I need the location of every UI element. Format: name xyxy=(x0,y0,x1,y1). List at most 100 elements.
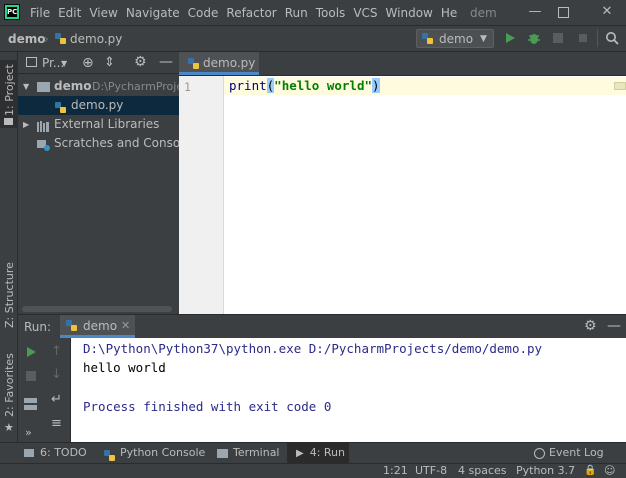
run-config-label: demo xyxy=(439,32,474,46)
menu-edit[interactable]: Edit xyxy=(58,5,81,21)
minimize-icon[interactable]: — xyxy=(522,3,548,21)
project-panel-header: Pr... ▼ ⊕ ⇕ ⚙ — xyxy=(18,52,179,74)
run-tab-demo[interactable]: demo ✕ xyxy=(60,315,135,338)
status-bar: 1:21 UTF-8 4 spaces Python 3.7 🔒 ☺ xyxy=(0,463,626,478)
logo-text: PC xyxy=(7,7,18,17)
terminal-tab[interactable]: Terminal xyxy=(217,443,280,463)
todo-label: 6: TODO xyxy=(40,446,87,459)
run-icon[interactable] xyxy=(503,31,519,47)
inspection-marker xyxy=(614,82,626,90)
run-tab-icon: ▶ xyxy=(296,448,304,459)
star-icon: ★ xyxy=(4,421,14,434)
indent-setting[interactable]: 4 spaces xyxy=(458,464,507,478)
line-number: 1 xyxy=(184,80,191,94)
code-string: "hello world" xyxy=(274,78,373,93)
code-paren-close: ) xyxy=(372,78,380,93)
python-run-icon xyxy=(66,320,77,331)
run-tool-tab[interactable]: ▶ 4: Run xyxy=(287,443,349,463)
project-tab-label: 1: Project xyxy=(3,64,16,116)
file-encoding[interactable]: UTF-8 xyxy=(415,464,447,478)
up-arrow-icon[interactable]: ↑ xyxy=(51,344,62,359)
maximize-icon[interactable] xyxy=(550,3,576,21)
locate-icon[interactable]: ⊕ xyxy=(82,55,94,71)
python-interpreter[interactable]: Python 3.7 xyxy=(516,464,575,478)
console-line: Process finished with exit code 0 xyxy=(83,399,332,414)
python-file-icon xyxy=(188,58,199,69)
collapse-icon[interactable]: ⇕ xyxy=(104,55,115,71)
python-config-icon xyxy=(422,33,433,44)
breadcrumb-file[interactable]: demo.py xyxy=(70,31,122,47)
code-function: print xyxy=(229,78,267,93)
tree-label: Scratches and Consoles xyxy=(54,136,179,150)
soft-wrap-icon[interactable]: ↵ xyxy=(51,392,62,407)
bottom-tool-window-bar: 6: TODO Python Console Terminal ▶ 4: Run … xyxy=(0,442,626,463)
event-log-tab[interactable]: Event Log xyxy=(534,443,604,463)
python-file-icon xyxy=(55,100,66,113)
menu-navigate[interactable]: Navigate xyxy=(126,5,180,21)
terminal-icon xyxy=(217,448,228,458)
project-horizontal-scrollbar[interactable] xyxy=(18,306,179,312)
tree-label: External Libraries xyxy=(54,117,160,131)
editor-tab-demo-py[interactable]: demo.py xyxy=(179,52,259,75)
scroll-end-icon[interactable]: ≡ xyxy=(51,416,62,431)
more-icon[interactable]: » xyxy=(25,426,32,439)
gear-icon[interactable]: ⚙ xyxy=(134,54,147,70)
todo-icon xyxy=(24,449,34,457)
python-console-tab[interactable]: Python Console xyxy=(104,443,205,463)
down-arrow-icon[interactable]: ↓ xyxy=(51,367,62,382)
menu-tools[interactable]: Tools xyxy=(316,5,346,21)
code-editor[interactable] xyxy=(179,76,626,314)
menu-code[interactable]: Code xyxy=(188,5,219,21)
tree-path: D:\PycharmProje xyxy=(92,80,179,93)
project-tool-tab[interactable]: 1: Project xyxy=(0,60,18,128)
run-tab-label: 4: Run xyxy=(309,446,345,459)
close-icon[interactable]: ✕ xyxy=(594,3,620,21)
todo-tab[interactable]: 6: TODO xyxy=(24,443,87,463)
folder-icon xyxy=(37,82,50,92)
navigation-bar: demo › demo.py demo ▼ xyxy=(0,25,626,52)
menu-refactor[interactable]: Refactor xyxy=(226,5,276,21)
terminal-label: Terminal xyxy=(233,446,280,459)
event-log-icon xyxy=(534,447,545,459)
menu-view[interactable]: View xyxy=(89,5,117,21)
editor-tab-bar: demo.py xyxy=(179,52,626,76)
hide-icon[interactable]: — xyxy=(159,54,173,70)
coverage-icon[interactable] xyxy=(551,31,567,47)
run-toolbar-primary: » xyxy=(18,338,43,442)
console-output[interactable]: D:\Python\Python37\python.exe D:/Pycharm… xyxy=(71,338,626,442)
window-title: dem xyxy=(470,6,497,20)
menu-file[interactable]: File xyxy=(30,5,50,21)
close-tab-icon[interactable]: ✕ xyxy=(121,318,130,334)
stop-icon[interactable] xyxy=(576,31,592,47)
search-icon[interactable] xyxy=(605,31,621,47)
menu-run[interactable]: Run xyxy=(285,5,308,21)
tree-item-demo-py[interactable]: demo.py xyxy=(18,96,179,115)
run-tab-label: demo xyxy=(83,319,118,333)
run-panel-header: Run: demo ✕ ⚙ — xyxy=(18,314,626,338)
dropdown-icon: ▼ xyxy=(61,59,68,68)
scratches-icon xyxy=(37,138,50,151)
favorites-tab[interactable]: 2: Favorites xyxy=(3,353,16,417)
lock-icon[interactable]: 🔒 xyxy=(584,464,596,478)
layout-icon[interactable] xyxy=(24,398,37,413)
title-bar: PC File Edit View Navigate Code Refactor… xyxy=(0,0,626,25)
stop-icon[interactable] xyxy=(25,370,37,385)
project-view-icon xyxy=(26,57,37,67)
hide-icon[interactable]: — xyxy=(607,317,621,335)
console-line: D:\Python\Python37\python.exe D:/Pycharm… xyxy=(83,341,543,356)
rerun-icon[interactable] xyxy=(25,346,37,361)
breadcrumb-project[interactable]: demo xyxy=(8,31,45,47)
notification-icon[interactable]: ☺ xyxy=(604,464,615,478)
menu-help[interactable]: He xyxy=(441,5,457,21)
run-configuration-select[interactable]: demo ▼ xyxy=(416,29,494,48)
run-toolbar-secondary: ↑ ↓ ↵ ≡ xyxy=(43,338,71,442)
folder-icon xyxy=(4,118,13,125)
menu-window[interactable]: Window xyxy=(386,5,433,21)
gear-icon[interactable]: ⚙ xyxy=(584,317,597,335)
caret-position[interactable]: 1:21 xyxy=(383,464,408,478)
structure-tab[interactable]: Z: Structure xyxy=(3,262,16,328)
debug-icon[interactable] xyxy=(527,31,543,47)
code-line-1: print("hello world") xyxy=(229,78,380,94)
toolbar-divider xyxy=(597,29,598,47)
menu-vcs[interactable]: VCS xyxy=(353,5,377,21)
